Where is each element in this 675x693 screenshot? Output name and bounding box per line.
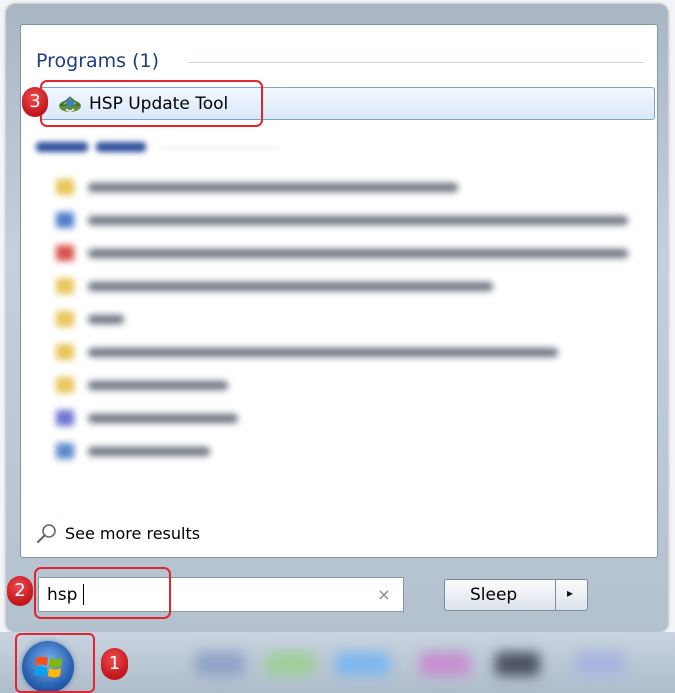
files-header-divider <box>160 148 280 149</box>
taskbar-app-blurred[interactable] <box>335 652 390 676</box>
step-3-highlight <box>40 80 263 127</box>
file-result-row-blurred[interactable] <box>56 441 646 463</box>
programs-section-header: Programs (1) <box>36 50 160 72</box>
sleep-button-label: Sleep <box>470 585 518 605</box>
file-result-row-blurred[interactable] <box>56 408 646 430</box>
step-1-badge: 1 <box>101 648 128 680</box>
file-result-row-blurred[interactable] <box>56 276 646 298</box>
file-result-row-blurred[interactable] <box>56 309 646 331</box>
step-1-highlight <box>15 633 95 693</box>
taskbar-app-blurred[interactable] <box>420 652 470 676</box>
file-result-row-blurred[interactable] <box>56 177 646 199</box>
step-2-badge: 2 <box>7 576 33 606</box>
see-more-results-link[interactable]: See more results <box>65 524 200 543</box>
taskbar-app-blurred[interactable] <box>495 652 540 676</box>
taskbar-app-blurred[interactable] <box>195 652 245 676</box>
step-3-badge: 3 <box>22 87 48 117</box>
magnifier-icon <box>36 524 56 544</box>
files-section-header-blurred <box>36 138 156 154</box>
file-result-row-blurred[interactable] <box>56 243 646 265</box>
step-2-highlight <box>34 567 171 619</box>
taskbar-app-blurred[interactable] <box>265 652 315 676</box>
clear-search-button[interactable]: × <box>374 585 394 605</box>
taskbar-app-blurred[interactable] <box>575 652 625 676</box>
file-result-row-blurred[interactable] <box>56 210 646 232</box>
chevron-right-icon: ▸ <box>567 586 574 600</box>
programs-header-divider <box>188 62 644 63</box>
file-result-row-blurred[interactable] <box>56 342 646 364</box>
file-result-row-blurred[interactable] <box>56 375 646 397</box>
